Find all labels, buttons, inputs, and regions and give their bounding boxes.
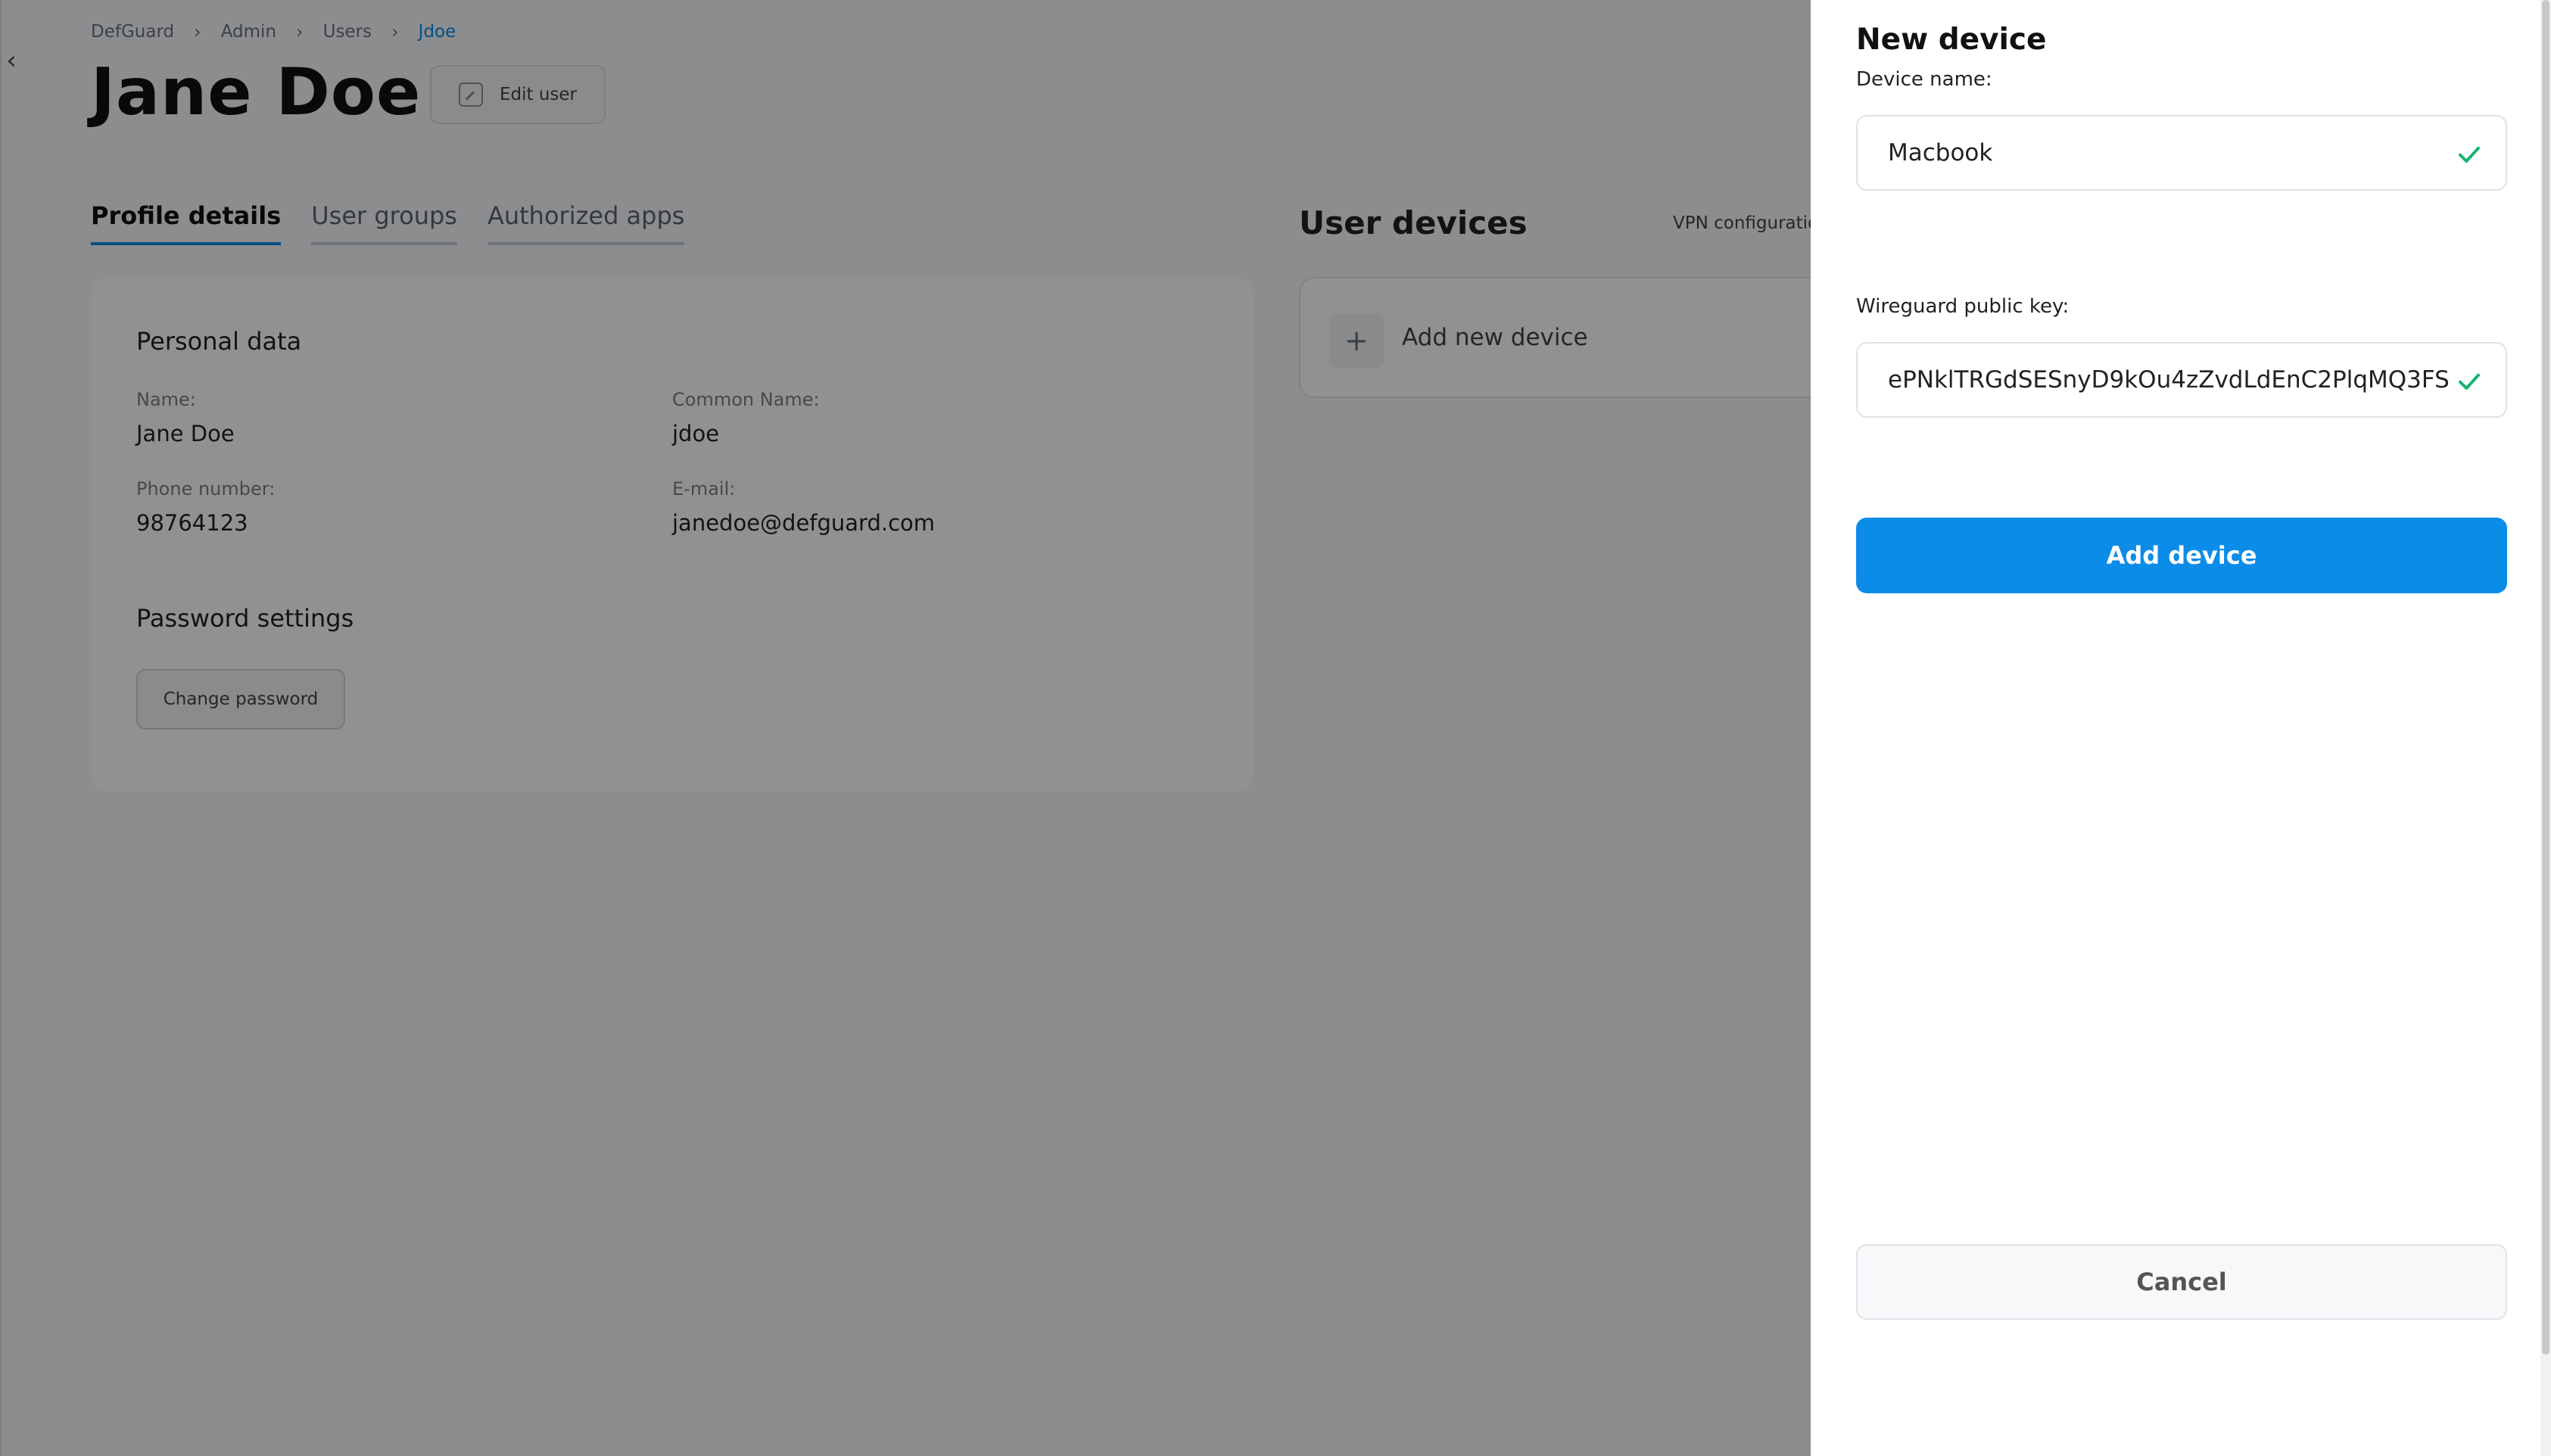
modal-overlay[interactable] xyxy=(0,0,1811,1456)
device-name-value: Macbook xyxy=(1888,139,1993,166)
panel-scrollbar[interactable] xyxy=(2540,0,2551,1456)
cancel-button[interactable]: Cancel xyxy=(1856,1244,2507,1320)
scrollbar-thumb[interactable] xyxy=(2542,0,2549,1355)
wireguard-key-label: Wireguard public key: xyxy=(1856,295,2070,318)
add-device-button[interactable]: Add device xyxy=(1856,518,2507,593)
new-device-panel: New device Device name: Macbook Wireguar… xyxy=(1811,0,2551,1456)
wireguard-key-input[interactable]: ePNklTRGdSESnyD9kOu4zZvdLdEnC2PlqMQ3FSqk… xyxy=(1856,342,2507,418)
wireguard-key-value: ePNklTRGdSESnyD9kOu4zZvdLdEnC2PlqMQ3FSqk… xyxy=(1888,366,2448,394)
check-icon xyxy=(2459,373,2480,390)
device-name-label: Device name: xyxy=(1856,68,1992,91)
check-icon xyxy=(2459,146,2480,163)
panel-title: New device xyxy=(1856,23,2047,57)
device-name-input[interactable]: Macbook xyxy=(1856,115,2507,191)
